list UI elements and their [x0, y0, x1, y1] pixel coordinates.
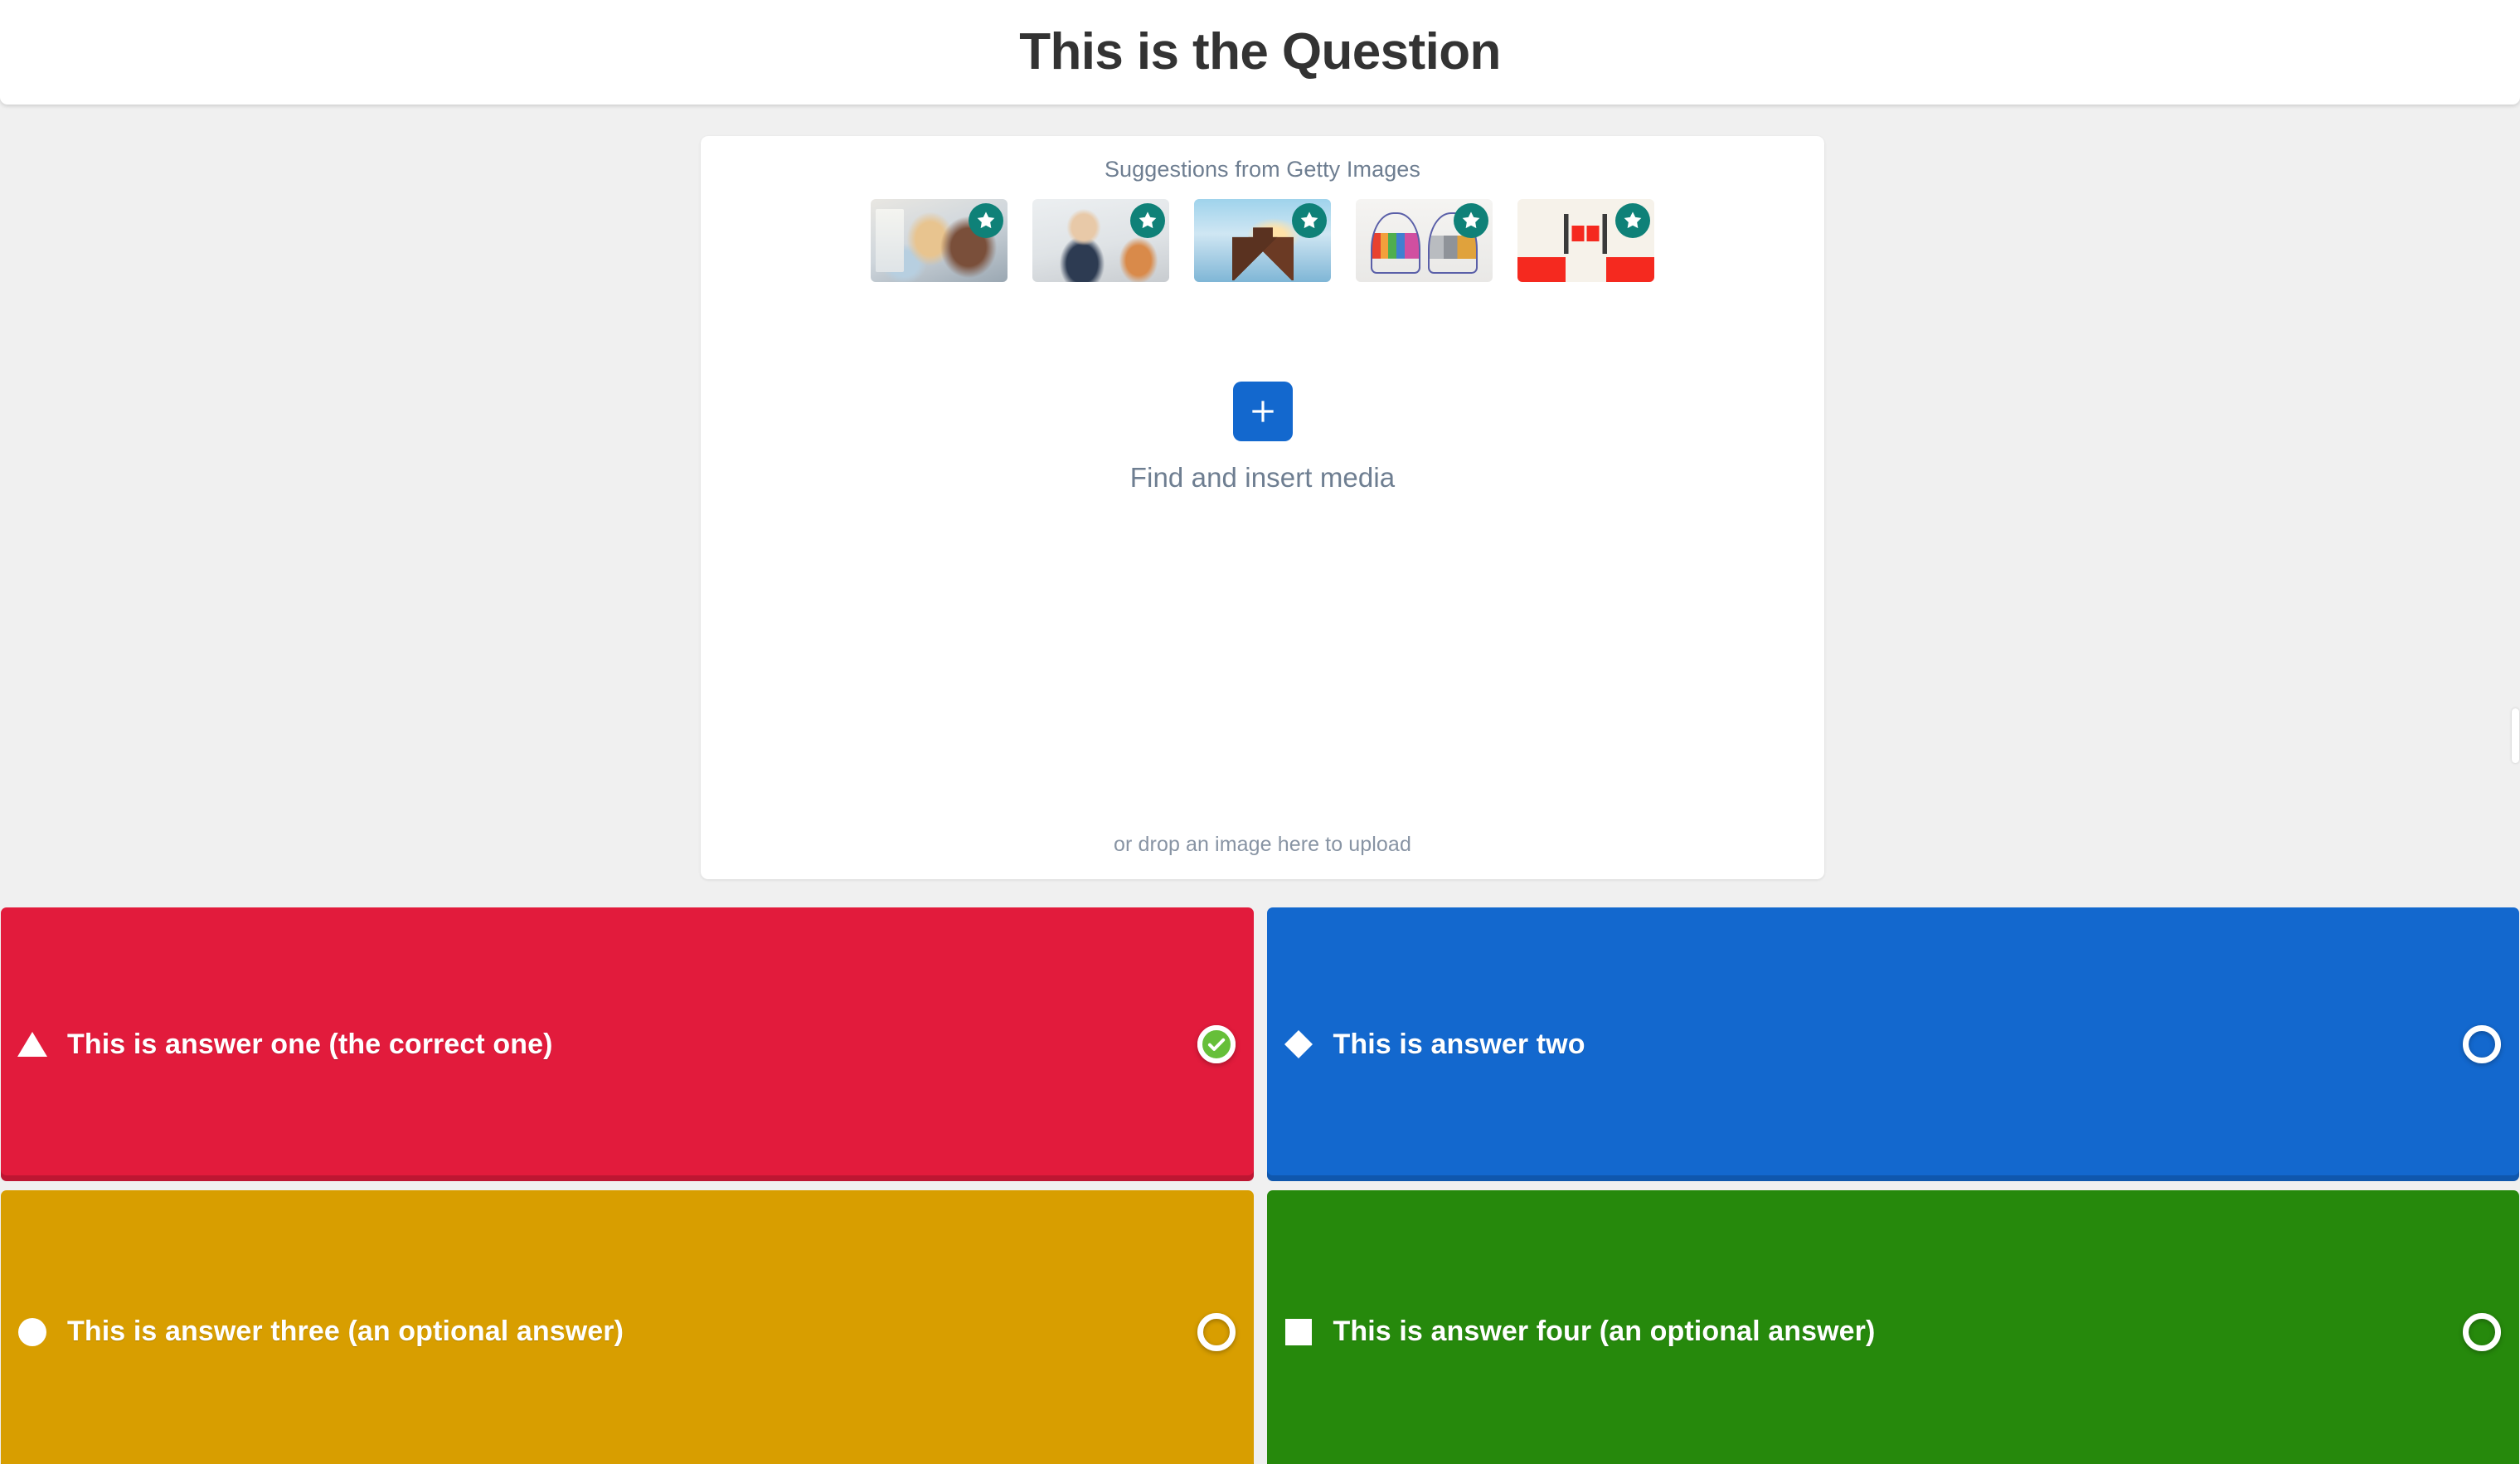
answer-tile-4[interactable]: This is answer four (an optional answer)	[1266, 1190, 2519, 1464]
answer-text-4[interactable]: This is answer four (an optional answer)	[1333, 1314, 2464, 1350]
triangle-icon	[16, 1028, 49, 1061]
question-header-card: This is the Question	[0, 0, 2520, 105]
media-panel: Suggestions from Getty Images Find and i…	[701, 136, 1824, 879]
suggestion-thumbnail-2[interactable]	[1032, 199, 1169, 283]
getty-suggestions-row	[871, 199, 1654, 283]
correct-check-icon	[1197, 1025, 1236, 1063]
square-icon	[1282, 1316, 1315, 1349]
scrollbar-thumb[interactable]	[2512, 708, 2519, 763]
answer-text-3[interactable]: This is answer three (an optional answer…	[67, 1314, 1197, 1350]
correct-answer-toggle-3[interactable]	[1197, 1312, 1236, 1351]
answer-tile-2[interactable]: This is answer two	[1266, 907, 2519, 1181]
answer-text-2[interactable]: This is answer two	[1333, 1027, 2464, 1063]
vertical-scrollbar[interactable]	[2512, 105, 2520, 1464]
suggestion-thumbnail-1[interactable]	[871, 199, 1008, 283]
question-editor-screen: This is the Question Suggestions from Ge…	[0, 0, 2520, 1464]
drop-image-hint: or drop an image here to upload	[1114, 833, 1411, 856]
add-media-button[interactable]	[1232, 382, 1293, 441]
suggestion-thumbnail-5[interactable]	[1517, 199, 1654, 283]
plus-icon	[1251, 401, 1274, 422]
diamond-icon	[1282, 1028, 1315, 1061]
circle-icon	[16, 1316, 49, 1349]
correct-answer-toggle-2[interactable]	[2463, 1025, 2501, 1063]
correct-answer-toggle-1[interactable]	[1197, 1025, 1236, 1063]
suggestion-thumbnail-3[interactable]	[1194, 199, 1331, 283]
find-and-insert-media-area[interactable]: Find and insert media	[701, 382, 1824, 494]
suggestions-label: Suggestions from Getty Images	[1104, 157, 1421, 182]
page-title[interactable]: This is the Question	[1019, 23, 1501, 80]
answer-tile-3[interactable]: This is answer three (an optional answer…	[1, 1190, 1254, 1464]
answer-tile-1[interactable]: This is answer one (the correct one)	[1, 907, 1254, 1181]
find-and-insert-media-label: Find and insert media	[1129, 462, 1396, 493]
correct-answer-toggle-4[interactable]	[2463, 1312, 2501, 1351]
answers-grid: This is answer one (the correct one) Thi…	[1, 907, 2519, 1464]
suggestion-thumbnail-4[interactable]	[1356, 199, 1493, 283]
answer-text-1[interactable]: This is answer one (the correct one)	[67, 1027, 1197, 1063]
